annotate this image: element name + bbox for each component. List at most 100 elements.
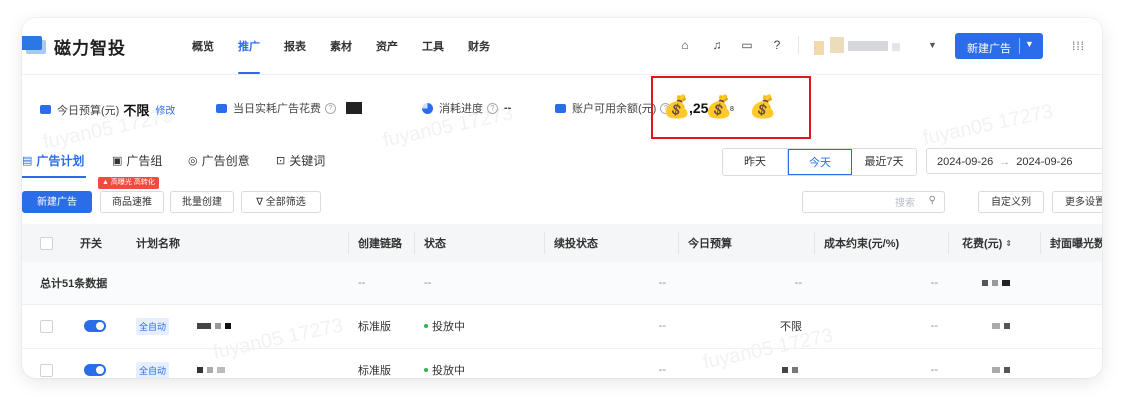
summary-chain: -- bbox=[358, 277, 366, 289]
status-dot bbox=[424, 368, 428, 372]
search-icon[interactable]: ⚲ bbox=[929, 195, 936, 206]
table-toolbar: ▲ 高曝光 高转化 新建广告 商品速推 批量创建 ∇ 全部筛选 ⚲ 自定义列 更… bbox=[22, 177, 1102, 216]
hot-badge-label: 高曝光 高转化 bbox=[110, 179, 155, 186]
budget-cell[interactable]: 不限 bbox=[688, 304, 802, 348]
summary-cost: -- bbox=[930, 277, 938, 289]
edit-budget-link[interactable]: 修改 bbox=[155, 102, 175, 117]
spend-redacted bbox=[992, 304, 1014, 348]
search-input[interactable] bbox=[803, 192, 921, 214]
nav-finance[interactable]: 财务 bbox=[468, 38, 490, 74]
tab-label: 广告组 bbox=[126, 154, 163, 168]
tab-label: 广告创意 bbox=[201, 154, 250, 168]
date-today-button[interactable]: 今天 bbox=[788, 149, 852, 175]
date-range-picker[interactable]: 2024-09-26 → 2024-09-26 bbox=[926, 148, 1102, 174]
table-header: 开关 计划名称 创建链路 状态 续投状态 今日预算 成本约束(元/%) 花费(元… bbox=[22, 224, 1102, 263]
spend-redacted bbox=[992, 348, 1014, 378]
table-row[interactable]: 全自动 标准版 投放中 -- -- bbox=[22, 348, 1102, 378]
chevron-down-icon[interactable]: ▼ bbox=[928, 40, 937, 50]
col-spend[interactable]: 花费(元) ⇕ bbox=[962, 224, 1012, 262]
stat-value: 不限 bbox=[123, 103, 150, 118]
account-stats-bar: 今日预算(元) 不限 修改 当日实耗广告花费 ? 消耗进度 ? -- 账户可用余… bbox=[22, 74, 1102, 144]
col-chain: 创建链路 bbox=[358, 238, 402, 250]
table-row[interactable]: 全自动 标准版 投放中 -- 不限 -- bbox=[22, 304, 1102, 349]
status-dot bbox=[424, 324, 428, 328]
select-all-checkbox[interactable] bbox=[40, 224, 60, 262]
status-cell: 投放中 bbox=[424, 348, 465, 378]
balance-suffix: 8 bbox=[730, 106, 734, 113]
stat-value: -- bbox=[504, 102, 512, 114]
date-start[interactable]: 2024-09-26 bbox=[937, 156, 993, 168]
help-icon[interactable]: ? bbox=[487, 102, 498, 114]
message-icon[interactable]: ▭ bbox=[740, 38, 754, 52]
tab-label: 广告计划 bbox=[36, 154, 85, 168]
pie-icon bbox=[422, 102, 433, 114]
summary-row: 总计51条数据 -- -- -- -- -- bbox=[22, 262, 1102, 305]
folder-icon: ▣ bbox=[112, 155, 123, 167]
col-cover-impressions: 封面曝光数 bbox=[1050, 238, 1102, 250]
divider bbox=[798, 36, 799, 54]
caret-down-icon[interactable]: ▼ bbox=[1025, 39, 1034, 49]
cost-cell: -- bbox=[930, 364, 938, 376]
help-icon[interactable]: ? bbox=[325, 102, 336, 114]
nav-promotion[interactable]: 推广 bbox=[238, 38, 260, 74]
apps-grid-icon[interactable]: ⁞⁞⁞ bbox=[1072, 39, 1085, 53]
nav-assets[interactable]: 资产 bbox=[376, 38, 398, 74]
more-settings-button[interactable]: 更多设置 bbox=[1052, 191, 1102, 213]
bag-icon bbox=[555, 103, 566, 113]
custom-columns-button[interactable]: 自定义列 bbox=[978, 191, 1044, 213]
sort-icon[interactable]: ⇕ bbox=[1005, 239, 1012, 248]
filter-all-button[interactable]: ∇ 全部筛选 bbox=[241, 191, 321, 213]
col-spend-label: 花费(元) bbox=[962, 238, 1003, 250]
nav-materials[interactable]: 素材 bbox=[330, 38, 352, 74]
plan-type-tag: 全自动 bbox=[136, 317, 170, 335]
product-boost-button[interactable]: 商品速推 bbox=[100, 191, 164, 213]
col-today-budget: 今日预算 bbox=[688, 238, 732, 250]
tab-creatives[interactable]: ◎ 广告创意 bbox=[188, 152, 250, 169]
row-switch-toggle[interactable] bbox=[84, 304, 106, 348]
stat-progress: 消耗进度 ? -- bbox=[422, 100, 511, 116]
new-ad-label[interactable]: 新建广告 bbox=[967, 40, 1011, 56]
tab-ad-groups[interactable]: ▣ 广告组 bbox=[112, 152, 162, 169]
money-bag-emoji: 💰 bbox=[705, 94, 733, 119]
gift-icon[interactable]: ⌂ bbox=[678, 38, 692, 52]
date-end[interactable]: 2024-09-26 bbox=[1016, 156, 1072, 168]
bell-icon[interactable]: ♫ bbox=[710, 38, 724, 52]
plan-type-tag: 全自动 bbox=[136, 361, 170, 378]
nav-overview[interactable]: 概览 bbox=[192, 38, 214, 74]
row-checkbox[interactable] bbox=[40, 348, 53, 378]
date-quick-select: 昨天 今天 最近7天 bbox=[722, 148, 917, 176]
tab-campaigns[interactable]: ▤ 广告计划 bbox=[22, 152, 84, 169]
col-renew-status: 续投状态 bbox=[554, 238, 598, 250]
batch-create-button[interactable]: 批量创建 bbox=[170, 191, 234, 213]
new-ad-button[interactable]: 新建广告 bbox=[22, 191, 92, 213]
date-yesterday-button[interactable]: 昨天 bbox=[723, 149, 788, 175]
plan-name-redacted bbox=[197, 364, 229, 376]
top-navbar: 磁力智投 概览 推广 报表 素材 资产 工具 财务 ⌂ ♫ ▭ ? ▼ 新建广告… bbox=[22, 18, 1102, 75]
plan-name-redacted bbox=[197, 320, 235, 332]
keyword-icon: ⊡ bbox=[276, 155, 286, 167]
plan-name-cell[interactable]: 全自动 bbox=[136, 304, 235, 348]
account-info-blurred[interactable] bbox=[814, 35, 904, 57]
brand-name: 磁力智投 bbox=[54, 39, 126, 58]
filter-label: 全部筛选 bbox=[265, 197, 306, 208]
stat-label: 今日预算(元) bbox=[57, 104, 120, 117]
date-last7-button[interactable]: 最近7天 bbox=[852, 149, 916, 175]
row-checkbox[interactable] bbox=[40, 304, 53, 348]
level-tabs: ▤ 广告计划 ▣ 广告组 ◎ 广告创意 ⊡ 关键词 昨天 今天 最近7天 2024-09… bbox=[22, 148, 1102, 178]
arrow-right-icon: → bbox=[999, 156, 1011, 168]
help-icon[interactable]: ? bbox=[770, 38, 784, 52]
tab-keywords[interactable]: ⊡ 关键词 bbox=[276, 152, 325, 169]
summary-label: 总计51条数据 bbox=[40, 278, 108, 290]
card-icon bbox=[216, 103, 227, 113]
search-field[interactable]: ⚲ bbox=[802, 191, 945, 214]
nav-tools[interactable]: 工具 bbox=[422, 38, 444, 74]
row-switch-toggle[interactable] bbox=[84, 348, 106, 378]
chain-cell: 标准版 bbox=[358, 365, 391, 377]
nav-reports[interactable]: 报表 bbox=[284, 38, 306, 74]
plan-name-cell[interactable]: 全自动 bbox=[136, 348, 229, 378]
stat-label: 消耗进度 bbox=[439, 103, 483, 115]
money-bag-emoji: 💰 bbox=[663, 94, 691, 119]
new-ad-split-button[interactable]: 新建广告 ▼ bbox=[955, 33, 1043, 59]
app-window: fuyan05 17273 fuyan05 17273 fuyan05 1727… bbox=[22, 18, 1102, 378]
col-status: 状态 bbox=[424, 238, 446, 250]
